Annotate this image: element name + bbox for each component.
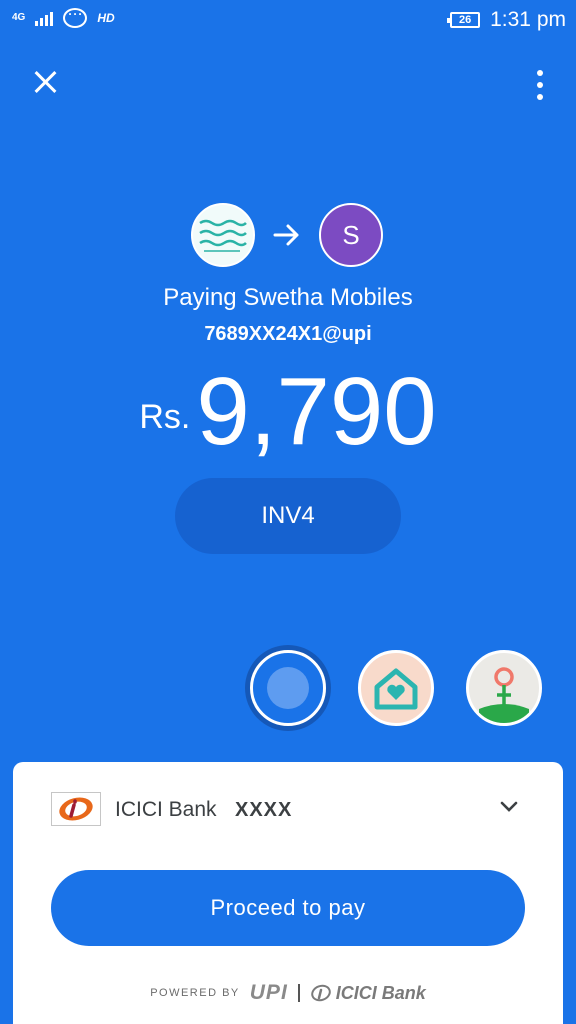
close-button[interactable] [28,66,62,100]
more-options-button[interactable] [528,70,552,100]
theme-option-home[interactable] [358,650,434,726]
divider [297,984,300,1002]
paying-to-label: Paying Swetha Mobiles [163,284,413,311]
payee-upi-id: 7689XX24X1@upi [204,323,372,345]
icici-footer-text: ICICI Bank [335,982,426,1003]
icici-bank-logo [51,792,101,826]
payment-note[interactable]: INV4 [175,478,401,554]
home-heart-icon [374,668,418,710]
bank-account-selector[interactable]: ICICI Bank XXXX [13,784,563,836]
chevron-down-icon[interactable] [499,800,519,814]
flower-icon [479,667,529,723]
message-icon [63,7,88,28]
upi-logo: UPI [249,981,288,1004]
payment-sheet: ICICI Bank XXXX Proceed to pay POWERED B… [13,762,563,1024]
more-dot-icon [537,94,543,100]
bank-name: ICICI Bank [115,798,217,821]
clock: 1:31 pm [490,8,566,31]
powered-by-label: POWERED BY [150,987,240,999]
footer-branding: POWERED BY UPI ICICI Bank [13,976,563,1010]
arrow-right-icon [273,224,299,246]
proceed-to-pay-button[interactable]: Proceed to pay [51,870,525,946]
more-dot-icon [537,70,543,76]
payee-avatar: S [319,203,383,267]
merchant-logo-art [199,219,247,252]
merchant-logo [191,203,255,267]
hd-indicator: HD [97,11,115,25]
icici-mark-icon [310,984,331,1002]
amount-value: 9,790 [196,358,437,465]
amount-display[interactable]: Rs. 9,790 [100,362,476,462]
theme-option-blue[interactable] [250,650,326,726]
blue-circle-icon [267,667,309,709]
icici-footer-logo: ICICI Bank [310,983,426,1004]
more-dot-icon [537,82,543,88]
theme-option-flower[interactable] [466,650,542,726]
network-type: 4G [12,12,26,23]
status-bar: 4G HD 26 1:31 pm [0,0,576,42]
battery-icon: 26 [447,12,481,28]
payer-payee-row: S [0,203,576,269]
signal-icon [35,10,54,26]
bank-account-mask: XXXX [235,799,293,821]
currency-symbol: Rs. [139,398,191,436]
icici-logo-icon [59,797,93,821]
